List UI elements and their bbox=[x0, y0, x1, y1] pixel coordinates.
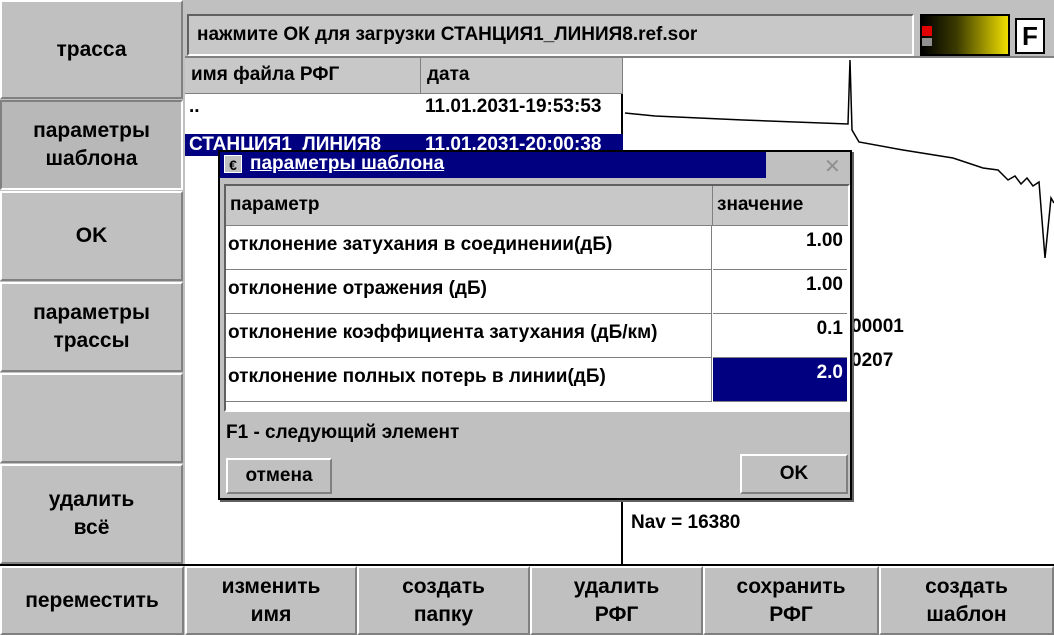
file-row-parent[interactable]: .. 11.01.2031-19:53:53 bbox=[185, 96, 623, 120]
ok-button[interactable]: OK bbox=[740, 454, 848, 494]
dialog-title-bar: € параметры шаблона bbox=[220, 152, 766, 178]
battery-icon bbox=[920, 14, 1010, 56]
trace-info-line1: 00001 bbox=[851, 316, 904, 337]
menu-delete-all-label: удалить всё bbox=[48, 488, 135, 539]
file-name-column-header[interactable]: имя файла РФГ bbox=[185, 58, 421, 94]
battery-red-indicator bbox=[922, 26, 932, 36]
param-value[interactable]: 2.0 bbox=[713, 358, 847, 402]
app-icon: € bbox=[224, 155, 242, 173]
param-row-selected[interactable]: отклонение полных потерь в линии(дБ) 2.0 bbox=[226, 358, 848, 402]
date-column-header[interactable]: дата bbox=[421, 58, 623, 94]
menu-template-params-label: параметры шаблона bbox=[33, 119, 150, 170]
value-column-header: значение bbox=[713, 186, 848, 226]
close-icon[interactable]: ✕ bbox=[824, 154, 841, 179]
status-bar: нажмите ОК для загрузки СТАНЦИЯ1_ЛИНИЯ8.… bbox=[185, 14, 1054, 58]
menu-template-params-button[interactable]: параметры шаблона bbox=[0, 100, 183, 190]
param-row[interactable]: отклонение затухания в соединении(дБ) 1.… bbox=[226, 226, 848, 270]
create-folder-label: создать папку bbox=[402, 574, 485, 626]
cancel-button[interactable]: отмена bbox=[226, 458, 332, 494]
param-name: отклонение коэффициента затухания (дБ/км… bbox=[226, 314, 712, 358]
bottom-menu: переместить изменить имя создать папку у… bbox=[0, 564, 1054, 635]
save-rfg-button[interactable]: сохранить РФГ bbox=[703, 566, 879, 635]
param-name: отклонение затухания в соединении(дБ) bbox=[226, 226, 712, 270]
menu-delete-all-button[interactable]: удалить всё bbox=[0, 464, 183, 564]
delete-rfg-button[interactable]: удалить РФГ bbox=[530, 566, 703, 635]
template-params-dialog: € параметры шаблона ✕ параметр значение … bbox=[218, 150, 852, 500]
create-template-button[interactable]: создать шаблон bbox=[879, 566, 1054, 635]
menu-ok-label: OK bbox=[75, 224, 108, 247]
dialog-hint: F1 - следующий элемент bbox=[226, 422, 460, 443]
dialog-title: параметры шаблона bbox=[250, 153, 445, 174]
params-table: параметр значение отклонение затухания в… bbox=[224, 184, 850, 412]
move-label: переместить bbox=[25, 588, 159, 612]
file-row-name: .. bbox=[189, 96, 200, 117]
status-message: нажмите ОК для загрузки СТАНЦИЯ1_ЛИНИЯ8.… bbox=[187, 14, 914, 56]
menu-trace-button[interactable]: трасса bbox=[0, 0, 183, 99]
rename-button[interactable]: изменить имя bbox=[185, 566, 357, 635]
rename-label: изменить имя bbox=[221, 574, 321, 626]
move-button[interactable]: переместить bbox=[0, 566, 184, 635]
param-name: отклонение отражения (дБ) bbox=[226, 270, 712, 314]
trace-info-nav: Nav = 16380 bbox=[631, 512, 741, 533]
param-value[interactable]: 1.00 bbox=[713, 226, 847, 270]
file-row-date: 11.01.2031-19:53:53 bbox=[425, 96, 602, 117]
param-value[interactable]: 1.00 bbox=[713, 270, 847, 314]
f-function-button[interactable]: F bbox=[1015, 18, 1045, 54]
param-row[interactable]: отклонение коэффициента затухания (дБ/км… bbox=[226, 314, 848, 358]
battery-gray-indicator bbox=[922, 38, 932, 46]
param-name: отклонение полных потерь в линии(дБ) bbox=[226, 358, 712, 402]
save-rfg-label: сохранить РФГ bbox=[736, 574, 846, 626]
create-folder-button[interactable]: создать папку bbox=[357, 566, 530, 635]
menu-trace-label: трасса bbox=[56, 37, 127, 61]
create-template-label: создать шаблон bbox=[925, 574, 1008, 626]
trace-info-line2: 0207 bbox=[851, 350, 894, 371]
param-row[interactable]: отклонение отражения (дБ) 1.00 bbox=[226, 270, 848, 314]
param-value[interactable]: 0.1 bbox=[713, 314, 847, 358]
menu-ok-button[interactable]: OK bbox=[0, 191, 183, 281]
param-column-header: параметр bbox=[226, 186, 713, 226]
menu-empty-button[interactable] bbox=[0, 373, 183, 463]
menu-trace-params-label: параметры трассы bbox=[33, 301, 150, 352]
delete-rfg-label: удалить РФГ bbox=[573, 574, 660, 626]
menu-trace-params-button[interactable]: параметры трассы bbox=[0, 282, 183, 372]
